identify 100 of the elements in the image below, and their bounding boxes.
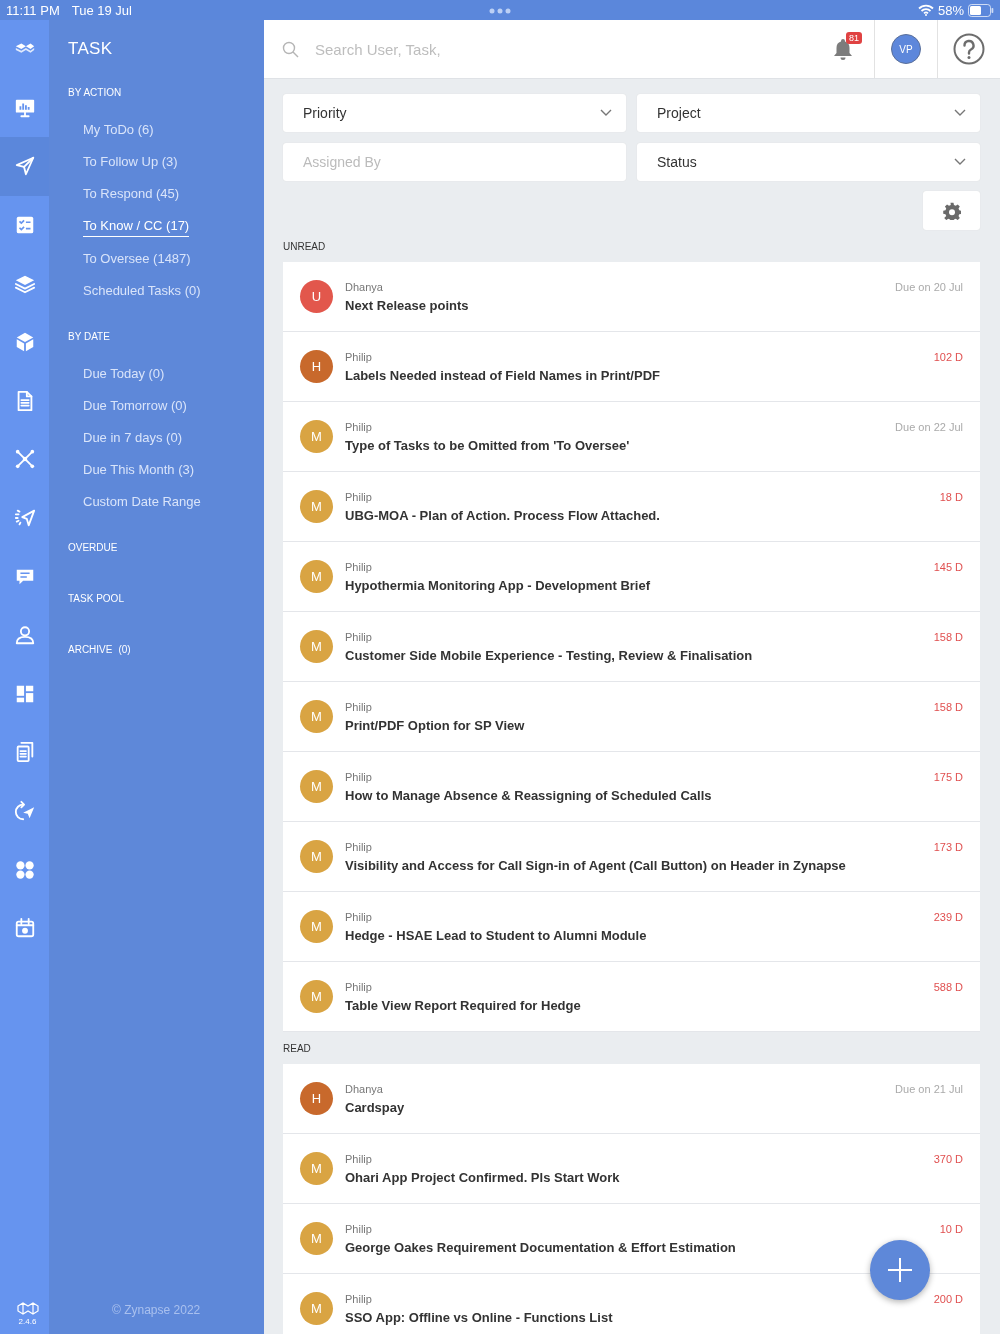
initial-avatar: U xyxy=(300,280,333,313)
due-label: Due on 22 Jul xyxy=(895,421,963,433)
initial-avatar: M xyxy=(300,770,333,803)
task-title: UBG-MOA - Plan of Action. Process Flow Attached. xyxy=(345,507,660,523)
due-label: 175 D xyxy=(933,771,963,783)
calendar-icon xyxy=(13,917,36,940)
sender-name: Philip xyxy=(345,420,372,433)
sender-name: Philip xyxy=(345,1152,372,1165)
task-row[interactable]: H Dhanya Cardspay Due on 21 Jul xyxy=(283,1064,980,1134)
sender-name: Philip xyxy=(345,770,372,783)
due-label: 145 D xyxy=(933,561,963,573)
initial-avatar: M xyxy=(300,1292,333,1325)
search-field[interactable]: Search User, Task, xyxy=(313,39,617,59)
task-title: Hedge - HSAE Lead to Student to Alumni Module xyxy=(345,927,647,943)
list-section-heading: READ xyxy=(283,1043,312,1054)
task-row[interactable]: U Dhanya Next Release points Due on 20 Jul xyxy=(283,262,980,332)
task-row[interactable]: M Philip Customer Side Mobile Experience - Testing, Review & Finalisation 158 D xyxy=(283,612,980,682)
chevron-down-icon xyxy=(600,109,612,117)
task-title: Hypothermia Monitoring App - Development Brief xyxy=(345,577,651,593)
logo-icon xyxy=(16,1302,39,1315)
sidebar-item[interactable]: To Know / CC (17) xyxy=(83,216,190,237)
sender-name: Philip xyxy=(345,1222,372,1235)
sender-name: Dhanya xyxy=(345,280,383,293)
task-row[interactable]: H Philip Labels Needed instead of Field Names in Print/PDF 102 D xyxy=(283,332,980,402)
task-title: Customer Side Mobile Experience - Testing, Review & Finalisation xyxy=(345,647,753,663)
task-row[interactable]: M Philip Hypothermia Monitoring App - Development Brief 145 D xyxy=(283,542,980,612)
sidebar-title: TASK xyxy=(68,39,114,59)
task-title: Ohari App Project Confirmed. Pls Start Work xyxy=(345,1169,620,1185)
initial-avatar: M xyxy=(300,1152,333,1185)
sender-name: Philip xyxy=(345,980,372,993)
due-label: 102 D xyxy=(933,351,963,363)
filter-dropdown[interactable]: Priority xyxy=(283,94,626,132)
circular-arrow-icon xyxy=(13,800,36,822)
initial-avatar: H xyxy=(300,350,333,383)
task-title: Visibility and Access for Call Sign-in of Agent (Call Button) on Header in Zynapse xyxy=(345,857,846,873)
settings-icon xyxy=(942,201,961,220)
task-title: Type of Tasks to be Omitted from 'To Oversee' xyxy=(345,437,630,453)
help-icon[interactable] xyxy=(953,33,985,65)
task-row[interactable]: M Philip Hedge - HSAE Lead to Student to Alumni Module 239 D xyxy=(283,892,980,962)
section-heading[interactable]: ARCHIVE xyxy=(68,644,113,655)
task-title: George Oakes Requirement Documentation & Effort Estimation xyxy=(345,1239,736,1255)
more-dots-icon[interactable] xyxy=(489,8,511,14)
user-avatar[interactable]: VP xyxy=(891,34,921,64)
initial-avatar: M xyxy=(300,700,333,733)
due-label: 239 D xyxy=(933,911,963,923)
sender-name: Philip xyxy=(345,490,372,503)
sender-name: Philip xyxy=(345,700,372,713)
task-title: Cardspay xyxy=(345,1099,405,1115)
copyright-text: © Zynapse 2022 xyxy=(111,1303,202,1317)
initial-avatar: M xyxy=(300,560,333,593)
assigned-by-field[interactable]: Assigned By xyxy=(283,143,626,181)
search-icon xyxy=(282,40,299,58)
user-icon xyxy=(13,624,36,647)
initial-avatar: M xyxy=(300,910,333,943)
section-heading[interactable]: TASK POOL xyxy=(68,593,124,604)
task-row[interactable]: M Philip Ohari App Project Confirmed. Pls Start Work 370 D xyxy=(283,1134,980,1204)
chevron-down-icon xyxy=(954,158,966,166)
section-heading[interactable]: BY ACTION xyxy=(68,87,122,98)
wifi-icon xyxy=(917,4,934,16)
due-label: 18 D xyxy=(939,491,963,503)
due-label: 173 D xyxy=(933,841,963,853)
task-row[interactable]: M Philip Table View Report Required for Hedge 588 D xyxy=(283,962,980,1032)
task-row[interactable]: M Philip Type of Tasks to be Omitted from 'To Oversee' Due on 22 Jul xyxy=(283,402,980,472)
notification-badge: 81 xyxy=(846,32,862,44)
send-icon xyxy=(13,155,36,178)
initial-avatar: M xyxy=(300,1222,333,1255)
section-count: (0) xyxy=(118,644,131,655)
task-row[interactable]: M Philip UBG-MOA - Plan of Action. Process Flow Attached. 18 D xyxy=(283,472,980,542)
task-title: Print/PDF Option for SP View xyxy=(345,717,525,733)
status-time: 11:11 PM xyxy=(6,2,60,18)
sender-name: Philip xyxy=(345,840,372,853)
initial-avatar: M xyxy=(300,630,333,663)
battery-icon xyxy=(968,3,994,17)
initial-avatar: M xyxy=(300,840,333,873)
initial-avatar: M xyxy=(300,980,333,1013)
filter-dropdown[interactable]: Project xyxy=(637,94,980,132)
plus-icon xyxy=(887,1257,913,1283)
filter-dropdown[interactable]: Status xyxy=(637,143,980,181)
task-title: Labels Needed instead of Field Names in Print/PDF xyxy=(345,367,660,383)
four-petal-icon xyxy=(13,858,36,881)
sender-name: Philip xyxy=(345,560,372,573)
settings-button[interactable] xyxy=(923,191,980,230)
task-title: Table View Report Required for Hedge xyxy=(345,997,581,1013)
due-label: 158 D xyxy=(933,701,963,713)
due-label: Due on 20 Jul xyxy=(895,281,963,293)
section-heading[interactable]: OVERDUE xyxy=(68,542,118,553)
section-heading[interactable]: BY DATE xyxy=(68,331,110,342)
initial-avatar: H xyxy=(300,1082,333,1115)
sender-name: Philip xyxy=(345,910,372,923)
task-title: SSO App: Offline vs Online - Functions List xyxy=(345,1309,613,1325)
due-label: 370 D xyxy=(933,1153,963,1165)
task-row[interactable]: M Philip Visibility and Access for Call Sign-in of Agent (Call Button) on Header in Zynapse 173 D xyxy=(283,822,980,892)
task-row[interactable]: M Philip Print/PDF Option for SP View 158 D xyxy=(283,682,980,752)
due-label: 158 D xyxy=(933,631,963,643)
sender-name: Dhanya xyxy=(345,1082,383,1095)
sender-name: Philip xyxy=(345,350,372,363)
due-label: Due on 21 Jul xyxy=(895,1083,963,1095)
due-label: 200 D xyxy=(933,1293,963,1305)
sender-name: Philip xyxy=(345,630,372,643)
task-row[interactable]: M Philip How to Manage Absence & Reassigning of Scheduled Calls 175 D xyxy=(283,752,980,822)
